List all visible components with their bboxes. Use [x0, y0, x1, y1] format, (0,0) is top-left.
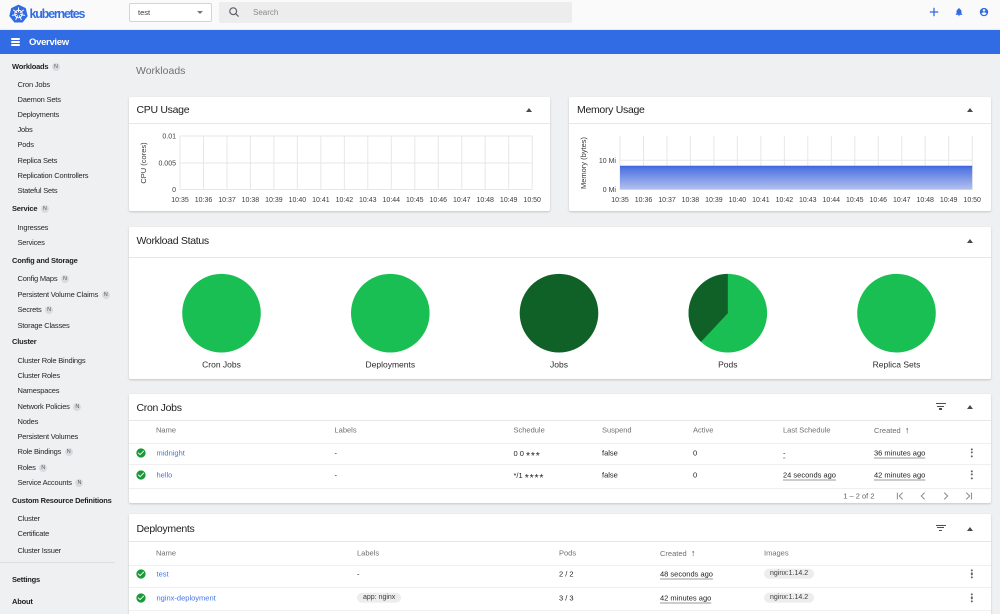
svg-text:CPU (cores): CPU (cores) — [139, 142, 148, 184]
svg-text:10 Mi: 10 Mi — [599, 158, 617, 165]
svg-text:10:43: 10:43 — [799, 197, 817, 204]
svg-text:10:49: 10:49 — [940, 197, 958, 204]
svg-text:10:44: 10:44 — [382, 197, 400, 204]
svg-text:10:42: 10:42 — [335, 197, 353, 204]
svg-text:0 Mi: 0 Mi — [603, 187, 617, 194]
svg-text:10:37: 10:37 — [658, 197, 676, 204]
svg-text:10:47: 10:47 — [453, 197, 471, 204]
svg-text:10:50: 10:50 — [523, 197, 541, 204]
svg-text:10:50: 10:50 — [963, 197, 981, 204]
svg-text:10:48: 10:48 — [916, 197, 934, 204]
svg-text:10:48: 10:48 — [476, 197, 494, 204]
svg-text:10:35: 10:35 — [171, 197, 189, 204]
svg-text:10:38: 10:38 — [682, 197, 700, 204]
svg-text:10:36: 10:36 — [635, 197, 653, 204]
svg-text:Memory (bytes): Memory (bytes) — [579, 136, 588, 189]
svg-text:10:36: 10:36 — [194, 197, 212, 204]
svg-text:10:49: 10:49 — [499, 197, 517, 204]
svg-text:10:45: 10:45 — [406, 197, 424, 204]
svg-text:10:45: 10:45 — [846, 197, 864, 204]
svg-text:10:39: 10:39 — [265, 197, 283, 204]
svg-text:10:40: 10:40 — [288, 197, 306, 204]
svg-text:10:47: 10:47 — [893, 197, 911, 204]
svg-text:10:46: 10:46 — [429, 197, 447, 204]
svg-text:0: 0 — [172, 187, 176, 194]
svg-text:10:46: 10:46 — [870, 197, 888, 204]
svg-text:0.01: 0.01 — [162, 134, 176, 141]
svg-text:Deployments: Deployments — [365, 359, 415, 369]
svg-text:10:44: 10:44 — [823, 197, 841, 204]
svg-text:10:37: 10:37 — [218, 197, 236, 204]
svg-text:10:41: 10:41 — [312, 197, 330, 204]
svg-text:10:41: 10:41 — [752, 197, 770, 204]
svg-text:10:35: 10:35 — [611, 197, 629, 204]
svg-text:10:39: 10:39 — [705, 197, 723, 204]
svg-text:10:42: 10:42 — [776, 197, 794, 204]
svg-text:0.005: 0.005 — [158, 161, 176, 168]
svg-text:Jobs: Jobs — [550, 359, 568, 369]
svg-text:Pods: Pods — [718, 359, 737, 369]
svg-text:10:38: 10:38 — [241, 197, 259, 204]
svg-text:10:43: 10:43 — [359, 197, 377, 204]
svg-text:Cron Jobs: Cron Jobs — [202, 359, 241, 369]
svg-text:10:40: 10:40 — [729, 197, 747, 204]
svg-text:Replica Sets: Replica Sets — [872, 359, 920, 369]
